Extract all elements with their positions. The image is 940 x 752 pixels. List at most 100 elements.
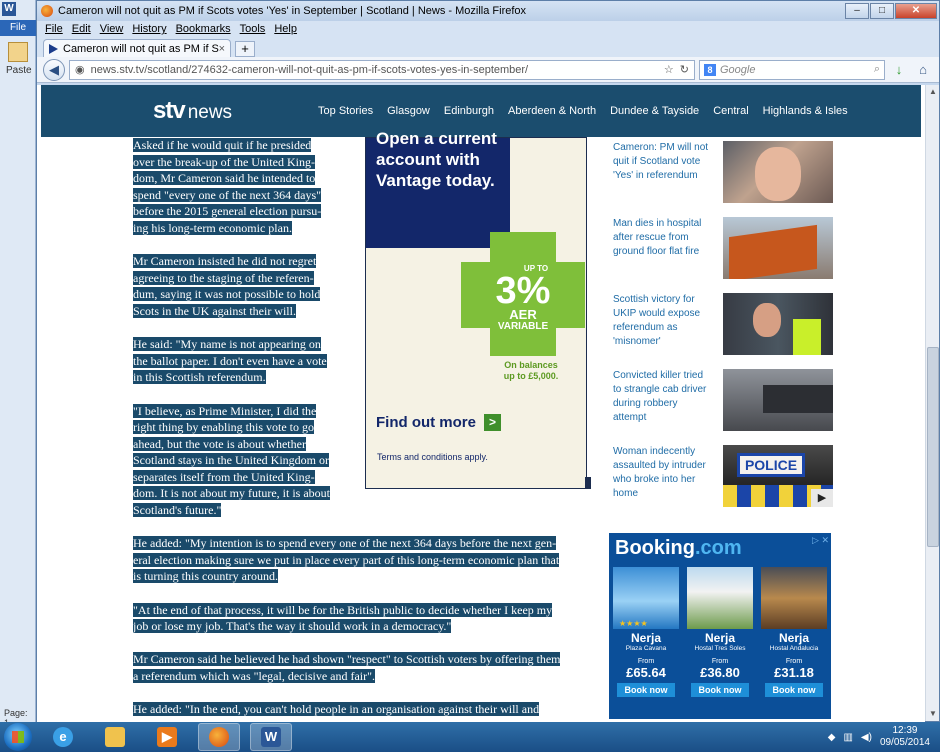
menu-tools[interactable]: Tools [240, 23, 266, 35]
window-title: Cameron will not quit as PM if Scots vot… [58, 5, 527, 17]
news-thumbnail[interactable]: POLICE ▶ [723, 445, 833, 507]
text-line: dom, Mr Cameron said he intended to [133, 171, 316, 186]
news-thumbnail[interactable] [723, 293, 833, 355]
ad-cta-label[interactable]: Find out more [376, 414, 476, 431]
ad-find-out-more[interactable]: Find out more > [376, 414, 501, 431]
arrow-right-icon[interactable]: > [484, 414, 501, 431]
nav-glasgow[interactable]: Glasgow [387, 105, 430, 117]
nav-dundee-tayside[interactable]: Dundee & Tayside [610, 105, 699, 117]
home-icon[interactable]: ⌂ [913, 62, 933, 77]
clock[interactable]: 12:39 09/05/2014 [880, 725, 930, 749]
news-item[interactable]: Woman indecently assaulted by intruder w… [613, 445, 833, 507]
scrollbar-thumb[interactable] [927, 347, 939, 547]
back-button[interactable]: ◀ [43, 58, 65, 81]
news-item[interactable]: Convicted killer tried to strangle cab d… [613, 369, 833, 431]
price-from: From [637, 658, 655, 665]
menu-file[interactable]: File [45, 23, 63, 35]
download-icon[interactable]: ↓ [889, 62, 909, 77]
text-line: separates itself from the United King- [133, 469, 315, 484]
news-thumbnail-sign [763, 385, 833, 413]
booking-card[interactable]: ★★★★ Nerja Plaza Cavana From £65.64 Book… [613, 567, 679, 697]
taskbar-media[interactable]: ▶ [146, 723, 188, 751]
news-item[interactable]: Scottish victory for UKIP would expose r… [613, 293, 833, 355]
booking-card[interactable]: Nerja Hostal Andalucia From £31.18 Book … [761, 567, 827, 697]
book-now-button[interactable]: Book now [765, 683, 823, 697]
word-paste-label[interactable]: Paste [6, 65, 32, 76]
booking-logo[interactable]: Booking.com [615, 537, 742, 560]
paste-icon[interactable] [8, 42, 28, 62]
booking-card[interactable]: Nerja Hostal Tres Soles From £36.80 Book… [687, 567, 753, 697]
maximize-button[interactable]: □ [870, 3, 894, 19]
tab-close-icon[interactable]: × [219, 43, 225, 55]
google-icon[interactable]: 8 [704, 63, 716, 76]
word-icon[interactable]: W [2, 2, 16, 16]
text-line: Scots in the UK against their will. [133, 303, 296, 318]
menu-help[interactable]: Help [274, 23, 297, 35]
volume-icon[interactable]: ◀) [861, 732, 872, 743]
taskbar: e ▶ W ◆ ▥ ◀) 12:39 09/05/2014 [0, 722, 940, 752]
close-button[interactable]: ✕ [895, 3, 937, 19]
search-icon[interactable]: ⌕ [874, 63, 880, 76]
nav-top-stories[interactable]: Top Stories [318, 105, 373, 117]
ad-balances-line: up to £5,000. [503, 371, 559, 381]
nav-edinburgh[interactable]: Edinburgh [444, 105, 494, 117]
taskbar-firefox[interactable] [198, 723, 240, 751]
hotel-name: Plaza Cavana [625, 645, 667, 652]
taskbar-ie[interactable]: e [42, 723, 84, 751]
news-item-title[interactable]: Cameron: PM will not quit if Scotland vo… [613, 141, 711, 203]
news-thumbnail[interactable] [723, 141, 833, 203]
book-now-button[interactable]: Book now [691, 683, 749, 697]
taskbar-word[interactable]: W [250, 723, 292, 751]
search-bar[interactable]: 8 Google ⌕ [699, 59, 885, 80]
news-item[interactable]: Cameron: PM will not quit if Scotland vo… [613, 141, 833, 203]
scroll-up-icon[interactable]: ▲ [927, 85, 939, 99]
news-thumbnail[interactable] [723, 217, 833, 279]
news-thumbnail[interactable] [723, 369, 833, 431]
menu-view[interactable]: View [100, 23, 124, 35]
nav-aberdeen-north[interactable]: Aberdeen & North [508, 105, 596, 117]
ad-variable: VARIABLE [497, 321, 549, 332]
tab-active[interactable]: Cameron will not quit as PM if Scots vot… [43, 39, 231, 57]
news-item-title[interactable]: Man dies in hospital after rescue from g… [613, 217, 711, 279]
vantage-ad[interactable]: Open a current account with Vantage toda… [365, 129, 587, 489]
minimize-button[interactable]: – [845, 3, 869, 19]
ad-headline-block: Open a current account with Vantage toda… [366, 129, 510, 248]
booking-cards: ★★★★ Nerja Plaza Cavana From £65.64 Book… [613, 567, 827, 697]
booking-ad[interactable]: ▷ ✕ Booking.com ★★★★ Nerja Plaza Cavana … [609, 533, 831, 719]
menu-bookmarks[interactable]: Bookmarks [176, 23, 231, 35]
news-item-title[interactable]: Woman indecently assaulted by intruder w… [613, 445, 711, 507]
news-item-title[interactable]: Scottish victory for UKIP would expose r… [613, 293, 711, 355]
text-line: job or lose my job. That's the way it sh… [133, 619, 452, 634]
start-button[interactable] [4, 723, 32, 751]
stv-news-logo[interactable]: stv news [153, 97, 232, 125]
menu-edit[interactable]: Edit [72, 23, 91, 35]
text-line: Scotland stays in the United Kingdom or [133, 453, 329, 468]
nav-highlands-isles[interactable]: Highlands & Isles [763, 105, 848, 117]
police-sign: POLICE [737, 453, 805, 477]
vertical-scrollbar[interactable]: ▲ ▼ [925, 85, 939, 721]
url-bar[interactable]: ◉ news.stv.tv/scotland/274632-cameron-wi… [69, 59, 695, 80]
reload-icon[interactable]: ↻ [680, 63, 689, 76]
book-now-button[interactable]: Book now [617, 683, 675, 697]
nav-central[interactable]: Central [713, 105, 748, 117]
hotel-name: Hostal Andalucia [769, 645, 819, 652]
network-icon[interactable]: ▥ [843, 732, 852, 743]
play-icon[interactable]: ▶ [811, 489, 833, 507]
search-placeholder[interactable]: Google [720, 64, 870, 76]
news-item[interactable]: Man dies in hospital after rescue from g… [613, 217, 833, 279]
taskbar-explorer[interactable] [94, 723, 136, 751]
bookmark-star-icon[interactable]: ☆ [664, 63, 674, 76]
star-rating: ★★★★ [619, 619, 648, 628]
firefox-icon [41, 5, 53, 17]
adchoices-icon[interactable]: ▷ ✕ [812, 535, 829, 546]
security-icon[interactable]: ◆ [828, 732, 836, 743]
scroll-down-icon[interactable]: ▼ [927, 707, 939, 721]
price-from: From [785, 658, 803, 665]
new-tab-button[interactable]: + [235, 41, 255, 57]
news-item-title[interactable]: Convicted killer tried to strangle cab d… [613, 369, 711, 431]
word-file-tab[interactable]: File [0, 20, 36, 36]
news-thumbnail-face [753, 303, 781, 337]
article-paragraph: He added: "My intention is to spend ever… [133, 535, 603, 585]
url-text[interactable]: news.stv.tv/scotland/274632-cameron-will… [91, 64, 658, 76]
menu-history[interactable]: History [132, 23, 166, 35]
